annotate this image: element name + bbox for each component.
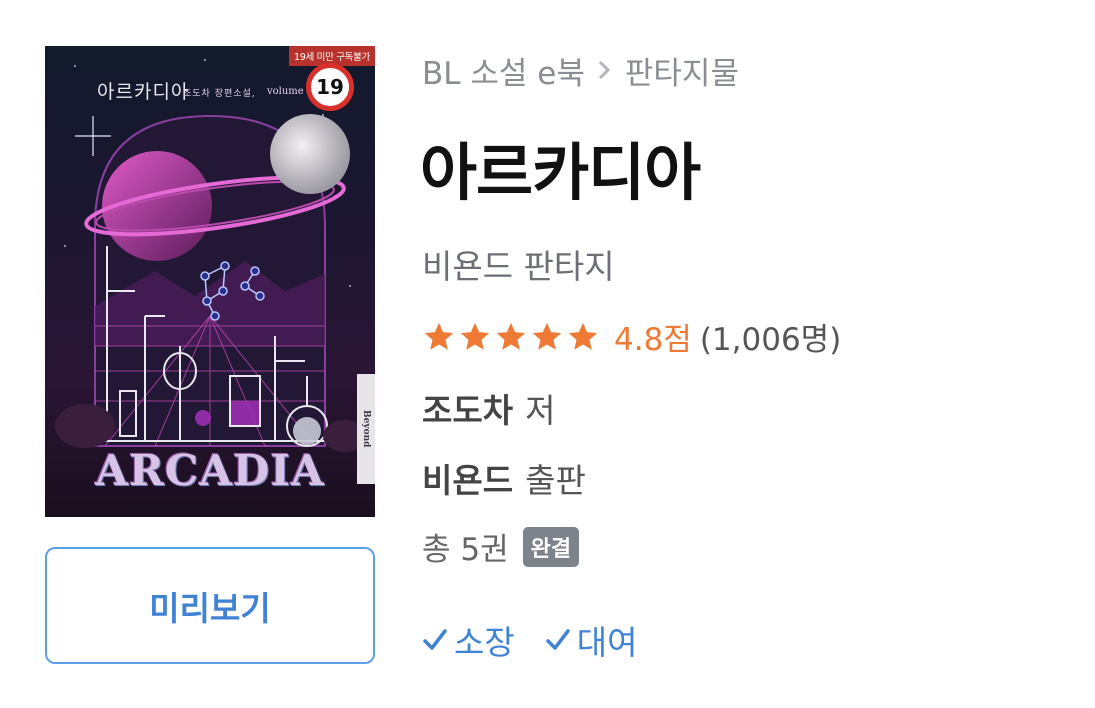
- cover-subtitle: 조도차 장편소설,: [183, 89, 256, 99]
- rating-row: 4.8점 (1,006명): [422, 314, 841, 359]
- age-19-badge-icon: 19: [306, 63, 354, 111]
- volume-count: 총 5권: [422, 532, 509, 568]
- breadcrumb-subcategory[interactable]: 판타지물: [625, 48, 739, 93]
- publisher-suffix: 출판: [525, 461, 586, 500]
- own-option-label: 소장: [454, 623, 515, 662]
- rent-option[interactable]: 대여: [545, 616, 638, 664]
- cover-volume-label: volume: [267, 86, 304, 97]
- purchase-options: 소장 대여: [422, 616, 667, 664]
- series-name[interactable]: 비욘드 판타지: [422, 240, 615, 288]
- author-suffix: 저: [525, 391, 556, 430]
- publisher-line: 비욘드 출판: [422, 454, 586, 502]
- cover-title-english: ARCADIA: [95, 446, 325, 495]
- breadcrumb: BL 소설 e북 판타지물: [422, 48, 739, 93]
- rating-count: (1,006명): [699, 322, 842, 358]
- rent-option-label: 대여: [576, 623, 638, 662]
- star-icon: [496, 322, 526, 350]
- status-badge: 완결: [522, 526, 580, 567]
- breadcrumb-category[interactable]: BL 소설 e북: [422, 48, 585, 93]
- own-option[interactable]: 소장: [422, 616, 515, 664]
- checkmark-icon: [545, 629, 570, 650]
- cover-title-korean: 아르카디아: [97, 81, 190, 103]
- star-icon: [532, 322, 562, 350]
- star-icon: [460, 322, 490, 350]
- rating-score: 4.8점: [614, 322, 692, 358]
- author-line: 조도차 저: [422, 384, 555, 432]
- author-name[interactable]: 조도차: [422, 391, 513, 430]
- publisher-name[interactable]: 비욘드: [422, 461, 513, 500]
- star-icon: [568, 322, 598, 350]
- preview-button[interactable]: 미리보기: [45, 547, 375, 664]
- checkmark-icon: [423, 629, 447, 650]
- star-icon: [424, 322, 454, 350]
- volume-info: 총 5권 완결: [422, 524, 580, 569]
- book-cover-image[interactable]: 아르카디아 조도차 장편소설, volume 19세 미만 구독불가 19 Be…: [45, 46, 375, 517]
- rating-stars: [422, 320, 600, 354]
- book-title: 아르카디아: [420, 136, 701, 209]
- chevron-right-icon: [597, 53, 611, 89]
